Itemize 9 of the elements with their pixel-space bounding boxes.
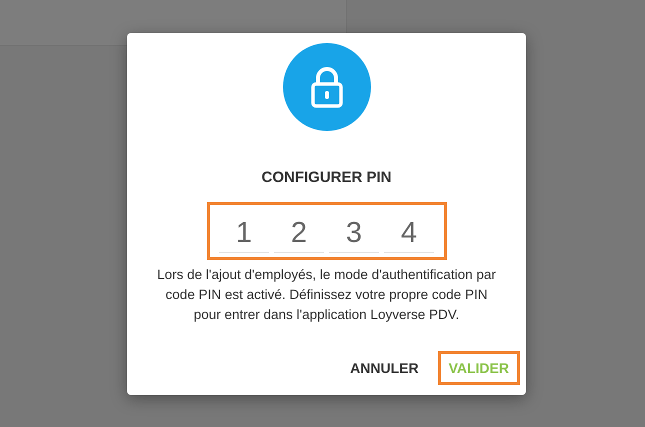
pin-digit: 2 [274, 216, 324, 253]
pin-digit: 3 [329, 216, 379, 253]
lock-icon [282, 43, 370, 131]
message-text: Lors de l'ajout d'employés, le mode d'authentification par code PIN est activé. Définissez votre propre code PIN pour entrer dans l'application Loyverse PDV. [156, 266, 497, 324]
cancel-button[interactable]: ANNULER [339, 351, 430, 385]
pin-digit: 4 [384, 216, 434, 253]
pin-field[interactable]: 1 2 3 4 [206, 202, 446, 260]
pin-digit: 1 [219, 216, 269, 253]
dialog-title: CONFIGURER PIN [261, 169, 392, 186]
